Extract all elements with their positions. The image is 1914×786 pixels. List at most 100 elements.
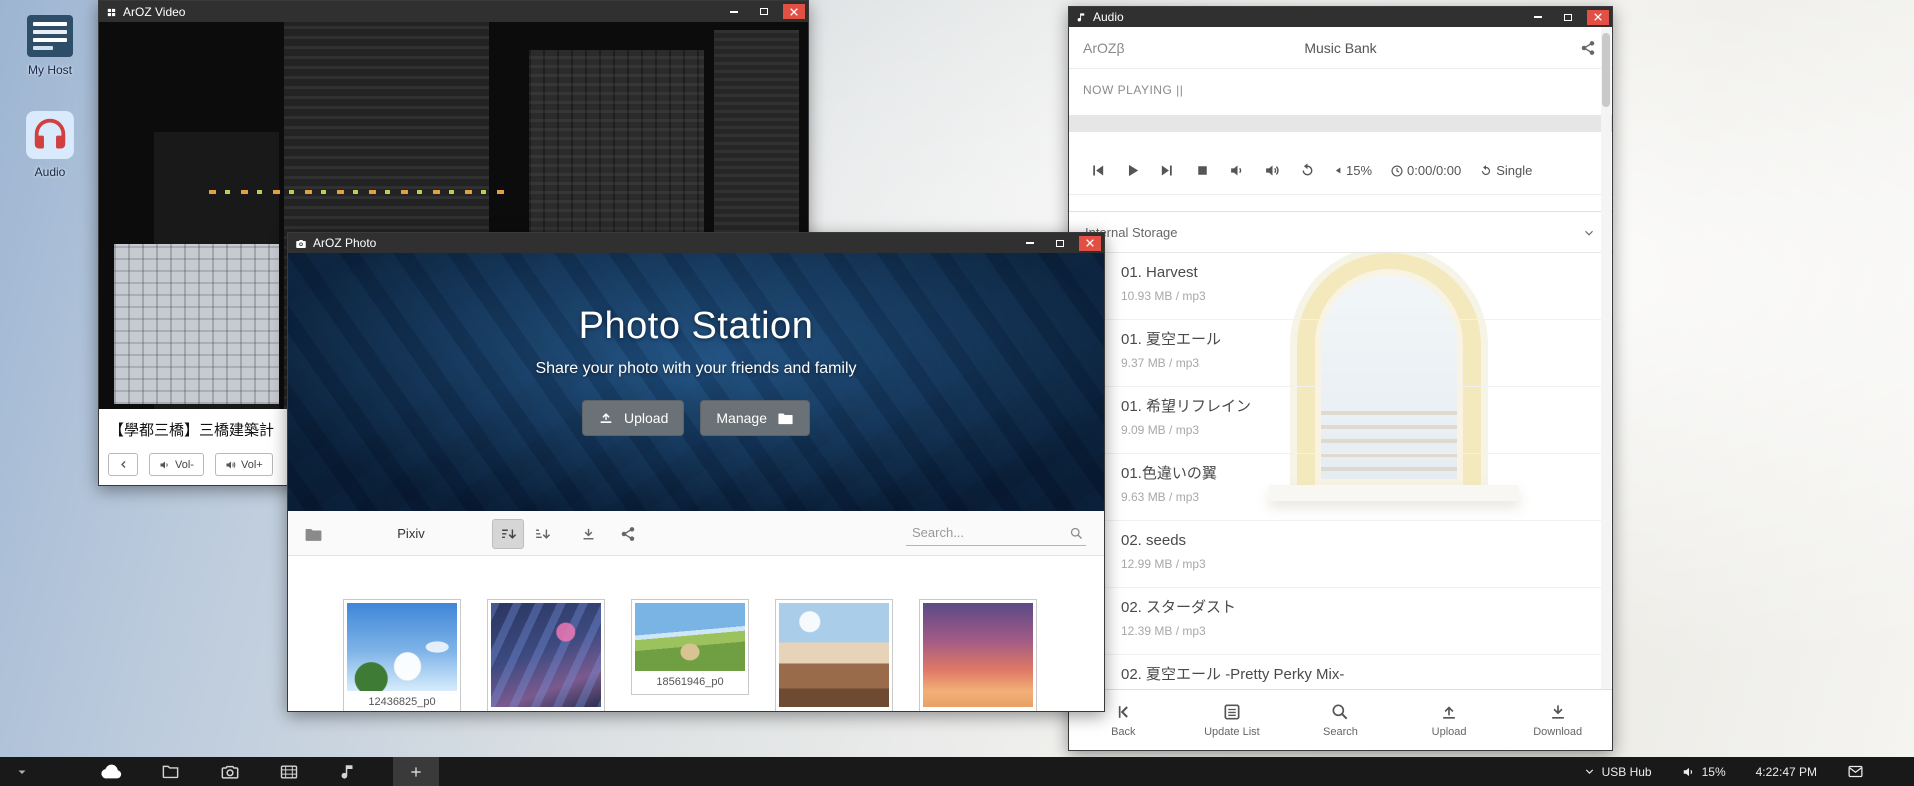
track-title: 01.色違いの翼 bbox=[1121, 464, 1600, 484]
scrollbar[interactable] bbox=[1601, 27, 1611, 689]
play-mode-toggle[interactable]: Single bbox=[1479, 163, 1532, 178]
track-item[interactable]: 01. 夏空エール 9.37 MB / mp3 bbox=[1069, 320, 1612, 387]
close-button[interactable] bbox=[1587, 10, 1609, 25]
stop-button[interactable] bbox=[1194, 162, 1211, 180]
desktop-icon-label: My Host bbox=[12, 63, 88, 77]
taskbar-app-files[interactable] bbox=[141, 757, 200, 786]
storage-select[interactable]: Internal Storage bbox=[1069, 211, 1612, 253]
volume-down-button[interactable] bbox=[1229, 162, 1246, 180]
maximize-button[interactable] bbox=[1557, 10, 1579, 25]
volume-up-button[interactable] bbox=[1264, 162, 1281, 180]
track-item[interactable]: 01. 希望リフレイン 9.09 MB / mp3 bbox=[1069, 387, 1612, 454]
close-icon bbox=[789, 7, 799, 17]
track-item[interactable]: 02. seeds 12.99 MB / mp3 bbox=[1069, 521, 1612, 588]
track-item[interactable]: 02. 夏空エール -Pretty Perky Mix- bbox=[1069, 655, 1612, 689]
share-icon bbox=[1580, 40, 1596, 56]
taskbar-app-desktop[interactable] bbox=[82, 757, 141, 786]
photo-thumbnail[interactable] bbox=[919, 599, 1037, 712]
seek-bar[interactable] bbox=[1069, 115, 1612, 132]
download-album-button[interactable] bbox=[572, 519, 604, 549]
taskbar-menu-button[interactable] bbox=[16, 766, 28, 778]
photo-thumbnail[interactable] bbox=[487, 599, 605, 712]
film-icon bbox=[279, 762, 299, 782]
scrollbar-thumb[interactable] bbox=[1602, 33, 1610, 107]
skip-next-button[interactable] bbox=[1159, 162, 1176, 180]
track-meta: 9.37 MB / mp3 bbox=[1121, 356, 1600, 370]
desktop-icon-audio[interactable]: Audio bbox=[12, 110, 88, 179]
maximize-button[interactable] bbox=[1049, 236, 1071, 251]
plus-icon bbox=[409, 765, 423, 779]
minimize-button[interactable] bbox=[1527, 10, 1549, 25]
album-name: Pixiv bbox=[366, 511, 456, 556]
video-window-titlebar[interactable]: ArOZ Video bbox=[99, 1, 808, 22]
now-playing-label: NOW PLAYING || bbox=[1069, 69, 1612, 111]
hero-buttons: Upload Manage bbox=[288, 400, 1104, 436]
speaker-icon bbox=[1682, 765, 1696, 779]
download-button[interactable]: Download bbox=[1503, 690, 1612, 750]
close-button[interactable] bbox=[783, 4, 805, 19]
folder-icon bbox=[304, 525, 323, 544]
search-input[interactable] bbox=[906, 520, 1086, 546]
minimize-button[interactable] bbox=[1019, 236, 1041, 251]
photo-thumbnail[interactable] bbox=[775, 599, 893, 712]
play-button[interactable] bbox=[1124, 162, 1141, 180]
minimize-button[interactable] bbox=[723, 4, 745, 19]
audio-window-titlebar[interactable]: Audio bbox=[1069, 7, 1612, 27]
photo-window: ArOZ Photo Photo Station Share your phot… bbox=[287, 232, 1105, 712]
taskbar-app-video[interactable] bbox=[259, 757, 318, 786]
volume-up-button[interactable]: Vol+ bbox=[215, 453, 273, 476]
track-meta: 9.09 MB / mp3 bbox=[1121, 423, 1600, 437]
track-title: 02. スターダスト bbox=[1121, 598, 1600, 618]
photo-filename bbox=[923, 707, 1033, 712]
share-album-button[interactable] bbox=[612, 519, 644, 549]
track-item[interactable]: 01.色違いの翼 9.63 MB / mp3 bbox=[1069, 454, 1612, 521]
sort-desc-icon bbox=[534, 526, 551, 543]
photo-filename bbox=[491, 707, 601, 712]
taskbar-add-button[interactable] bbox=[393, 757, 439, 786]
repeat-button[interactable] bbox=[1299, 162, 1316, 180]
track-item[interactable]: 01. Harvest 10.93 MB / mp3 bbox=[1069, 253, 1612, 320]
toolbar-label: Update List bbox=[1204, 726, 1260, 738]
minimize-icon bbox=[1534, 16, 1542, 18]
skip-previous-button[interactable] bbox=[1089, 162, 1106, 180]
photo-toolbar: Pixiv bbox=[288, 511, 1104, 556]
volume-indicator[interactable]: 15% bbox=[1682, 765, 1726, 779]
photo-filename: 12436825_p0 bbox=[347, 691, 457, 711]
notifications-button[interactable] bbox=[1847, 763, 1864, 780]
track-title: 01. 夏空エール bbox=[1121, 330, 1600, 350]
volume-down-button[interactable]: Vol- bbox=[149, 453, 204, 476]
update-list-button[interactable]: Update List bbox=[1178, 690, 1287, 750]
volume-percent[interactable]: 15% bbox=[1334, 163, 1372, 178]
track-title: 01. Harvest bbox=[1121, 263, 1600, 283]
desktop-icon-label: Audio bbox=[12, 165, 88, 179]
sort-ascending-button[interactable] bbox=[492, 519, 524, 549]
video-frame-lights bbox=[209, 190, 509, 194]
track-list: 01. Harvest 10.93 MB / mp3 01. 夏空エール 9.3… bbox=[1069, 253, 1612, 689]
upload-button[interactable]: Upload bbox=[1395, 690, 1504, 750]
taskbar-app-photo[interactable] bbox=[200, 757, 259, 786]
grid-icon bbox=[106, 5, 117, 19]
search-button[interactable]: Search bbox=[1286, 690, 1395, 750]
close-icon bbox=[1085, 238, 1095, 248]
music-note-icon bbox=[1076, 10, 1087, 24]
maximize-icon bbox=[1056, 240, 1064, 247]
track-meta: 12.39 MB / mp3 bbox=[1121, 624, 1600, 638]
track-item[interactable]: 02. スターダスト 12.39 MB / mp3 bbox=[1069, 588, 1612, 655]
toolbar-label: Upload bbox=[1432, 726, 1467, 738]
previous-button[interactable] bbox=[108, 453, 138, 476]
usb-hub-indicator[interactable]: USB Hub bbox=[1583, 765, 1652, 779]
album-folder-button[interactable] bbox=[298, 519, 328, 549]
maximize-button[interactable] bbox=[753, 4, 775, 19]
photo-filename bbox=[779, 707, 889, 712]
close-button[interactable] bbox=[1079, 236, 1101, 251]
manage-button[interactable]: Manage bbox=[700, 400, 810, 436]
track-meta: 9.63 MB / mp3 bbox=[1121, 490, 1600, 504]
share-button[interactable] bbox=[1580, 39, 1596, 57]
photo-thumbnail[interactable]: 12436825_p0 bbox=[343, 599, 461, 712]
photo-thumbnail[interactable]: 18561946_p0 bbox=[631, 599, 749, 695]
sort-descending-button[interactable] bbox=[526, 519, 558, 549]
desktop-icon-my-host[interactable]: My Host bbox=[12, 14, 88, 77]
upload-button[interactable]: Upload bbox=[582, 400, 684, 436]
taskbar-app-audio[interactable] bbox=[318, 757, 377, 786]
photo-window-titlebar[interactable]: ArOZ Photo bbox=[288, 233, 1104, 253]
